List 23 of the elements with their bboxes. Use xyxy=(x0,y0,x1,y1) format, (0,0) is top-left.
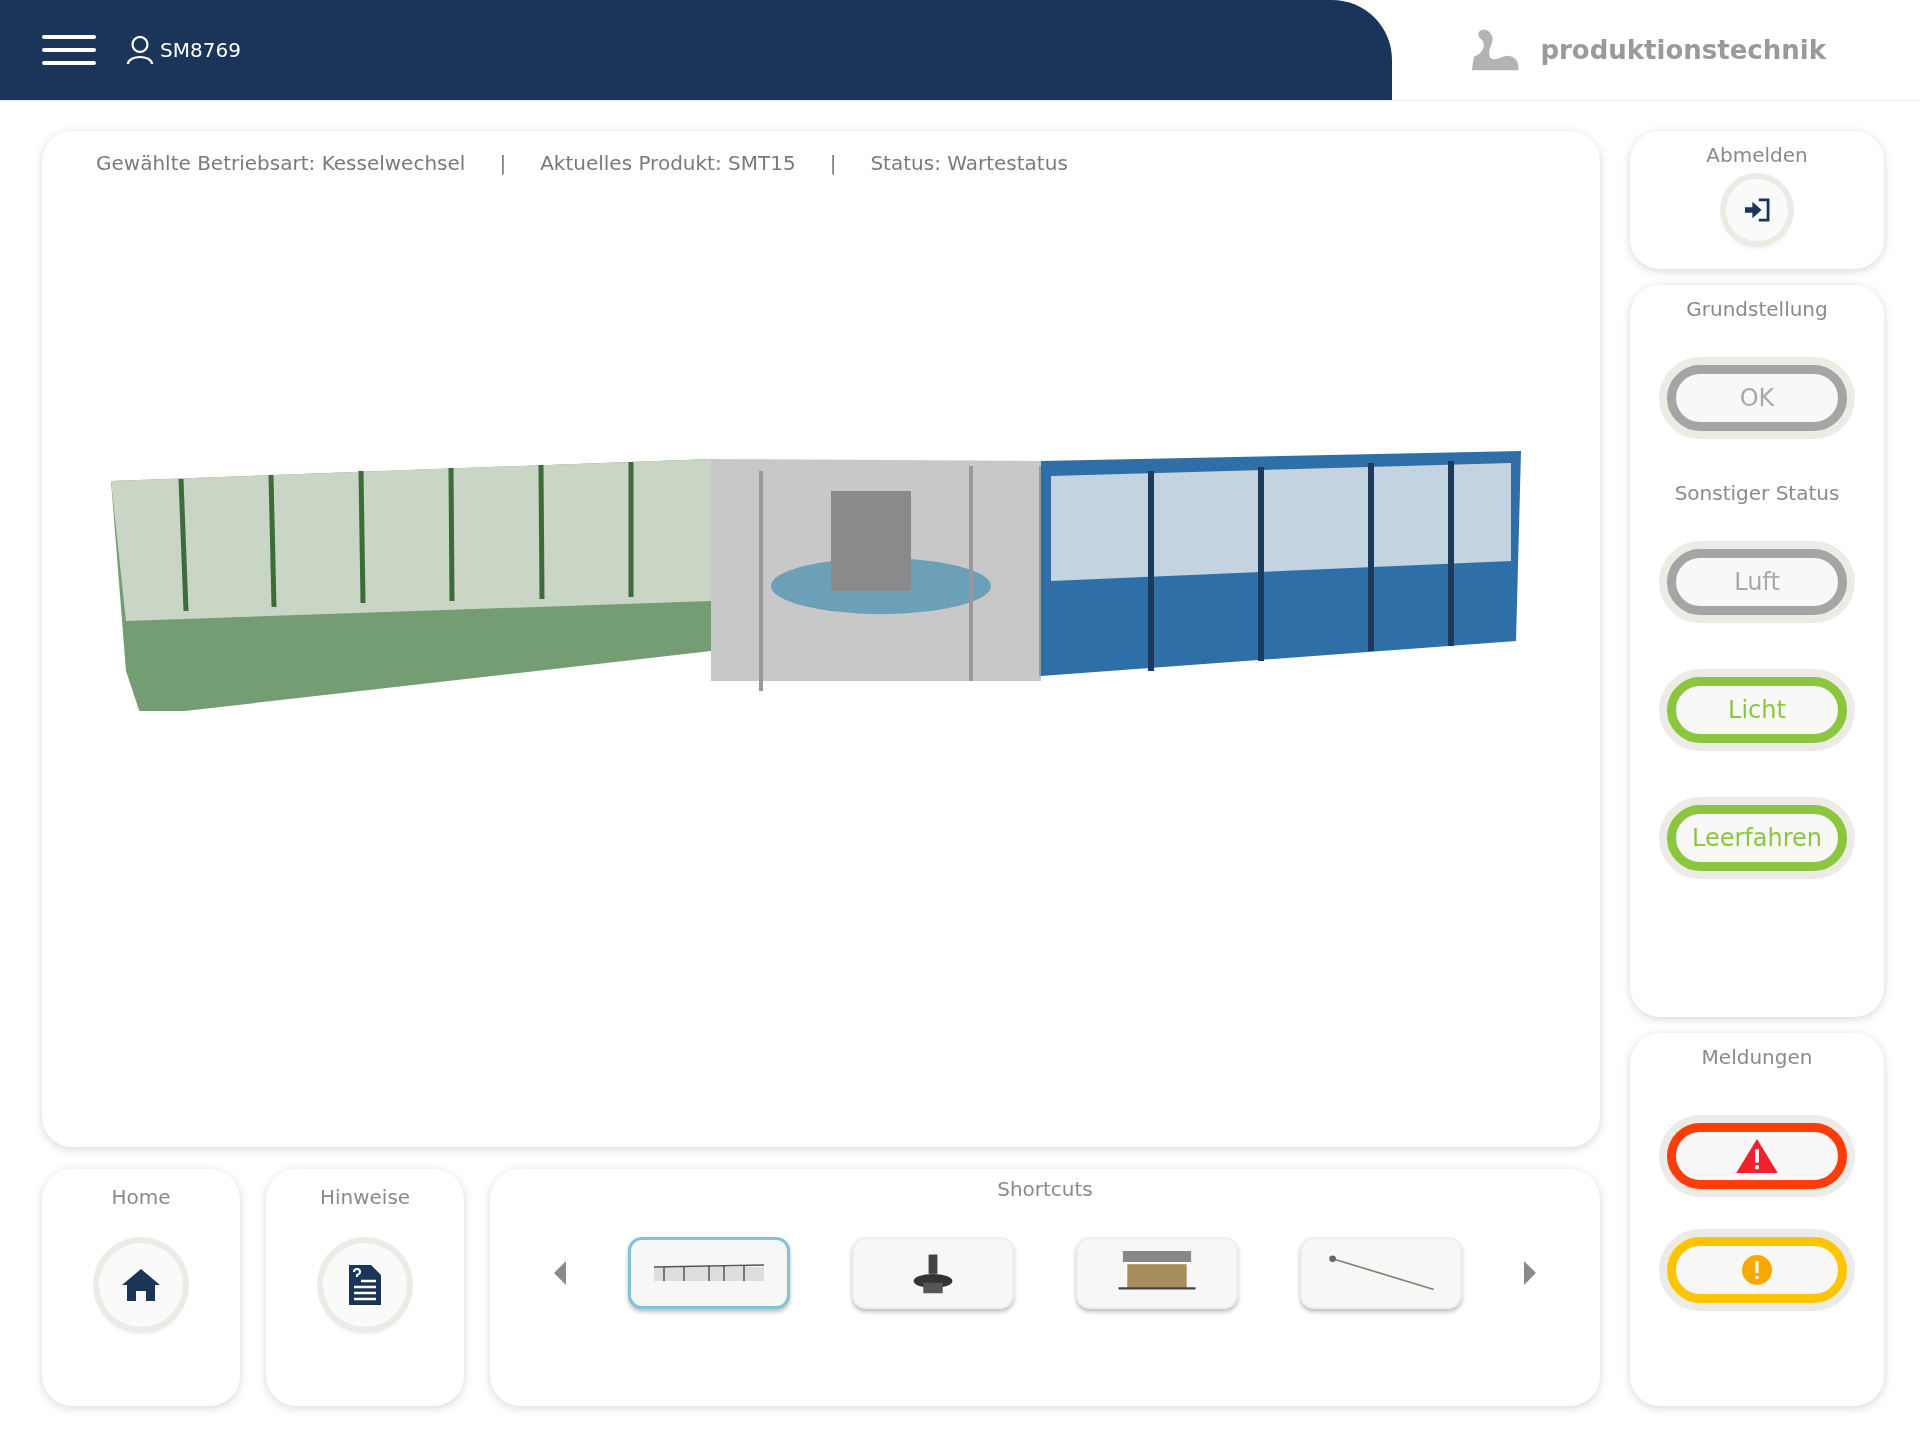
user-icon xyxy=(126,35,154,65)
document-icon xyxy=(349,1265,381,1305)
card-title: Meldungen xyxy=(1701,1045,1813,1069)
arrow-right-icon[interactable] xyxy=(1524,1261,1536,1285)
card-title: Sonstiger Status xyxy=(1674,481,1840,505)
card-title: Shortcuts xyxy=(997,1177,1093,1201)
user-name: SM8769 xyxy=(160,38,241,62)
card-title: Abmelden xyxy=(1706,143,1808,167)
warning-triangle-icon xyxy=(1736,1139,1778,1173)
brand-name: produktionstechnik xyxy=(1540,35,1826,65)
separator-text: | xyxy=(829,151,837,175)
card-title: Grundstellung xyxy=(1686,297,1828,321)
arrow-left-icon[interactable] xyxy=(554,1261,566,1285)
status-info-text: Status: Wartestatus xyxy=(870,151,1068,175)
separator-text: | xyxy=(499,151,507,175)
status-info-text: Aktuelles Produkt: SMT15 xyxy=(540,151,796,175)
home-icon xyxy=(121,1267,161,1303)
exclamation-circle-icon xyxy=(1742,1255,1772,1285)
menu-icon[interactable] xyxy=(42,35,96,65)
status-info-text: Gewählte Betriebsart: Kesselwechsel xyxy=(96,151,466,175)
card-title: Hinweise xyxy=(319,1185,411,1209)
card-title: Home xyxy=(111,1185,171,1209)
logout-icon xyxy=(1743,198,1771,222)
